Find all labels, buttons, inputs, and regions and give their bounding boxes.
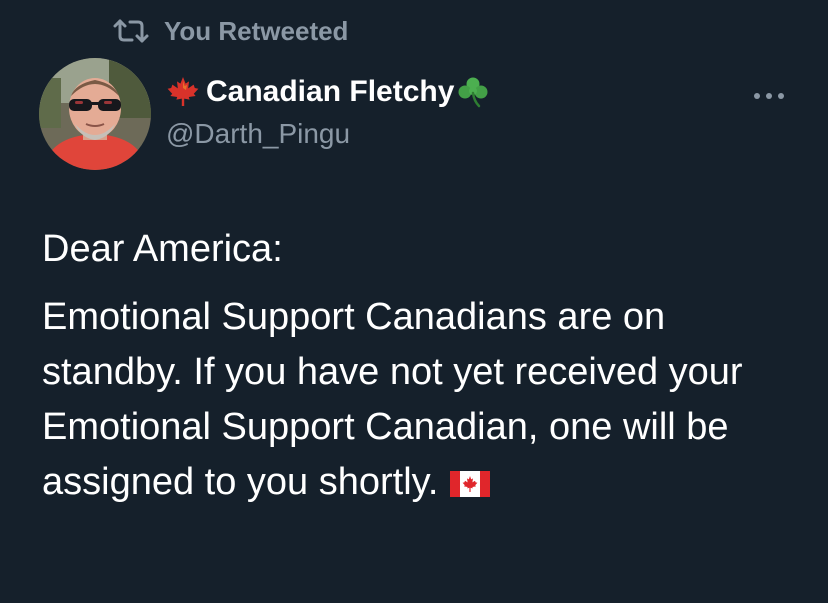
tweet-body: Emotional Support Canadians are on stand… xyxy=(42,290,812,510)
shamrock-icon xyxy=(456,75,490,109)
tweet-card[interactable]: You Retweeted Canadian Fletchy @Darth_Pi… xyxy=(0,0,828,603)
avatar[interactable] xyxy=(39,58,151,170)
tweet-text: Dear America: Emotional Support Canadian… xyxy=(42,222,812,510)
retweet-label: You Retweeted xyxy=(164,15,349,46)
display-name: Canadian Fletchy xyxy=(206,75,455,108)
tweet-body-text: Emotional Support Canadians are on stand… xyxy=(42,296,743,503)
retweet-icon xyxy=(112,16,150,46)
canada-flag-icon xyxy=(450,471,491,497)
display-name-row[interactable]: Canadian Fletchy xyxy=(166,70,490,114)
author-handle: @Darth_Pingu xyxy=(166,118,351,149)
author-info[interactable]: Canadian Fletchy @Darth_Pingu xyxy=(166,70,490,150)
more-options-button[interactable] xyxy=(744,84,794,108)
tweet-greeting: Dear America: xyxy=(42,228,283,270)
retweet-context[interactable]: You Retweeted xyxy=(112,14,348,48)
maple-leaf-icon xyxy=(166,75,200,109)
more-options-icon xyxy=(753,87,785,105)
